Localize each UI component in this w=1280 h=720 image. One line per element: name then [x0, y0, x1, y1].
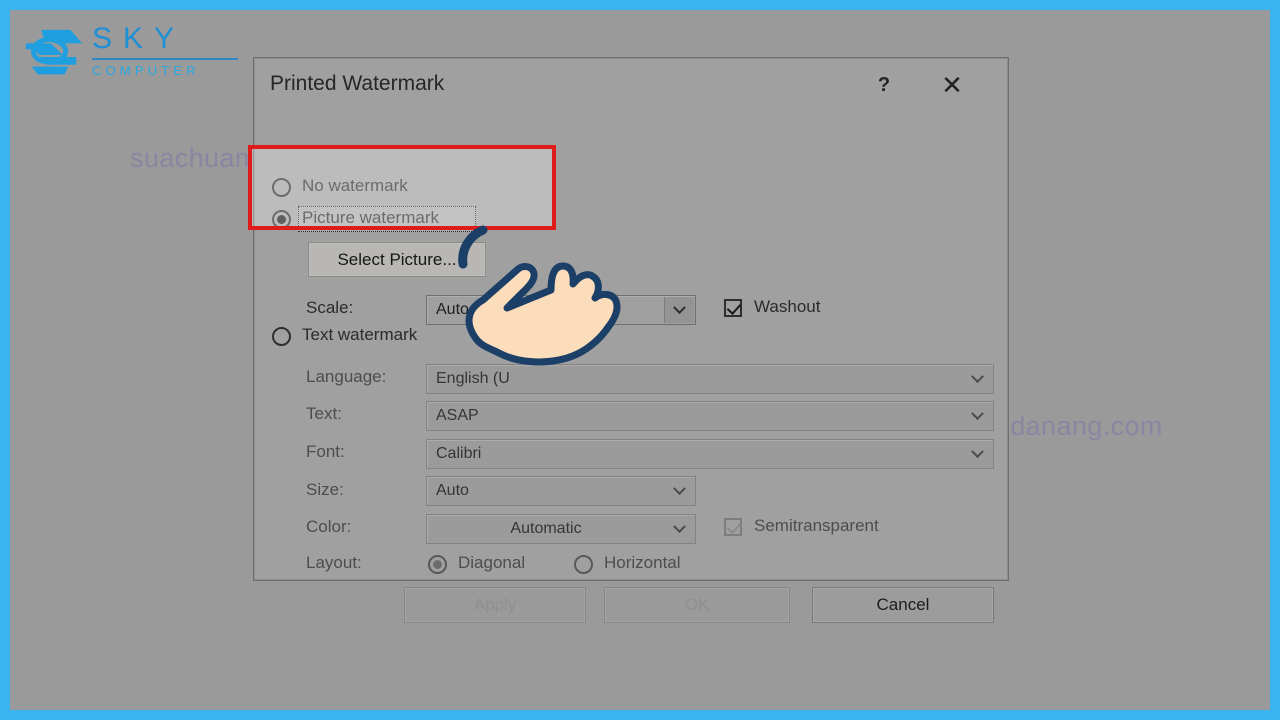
screen-root: SKY COMPUTER suachuamaytinhdanang.com su…	[0, 0, 1280, 720]
label-size: Size:	[306, 480, 344, 499]
label-layout: Layout:	[306, 553, 362, 572]
semitransparent-checkbox[interactable]	[724, 518, 742, 536]
help-icon[interactable]: ?	[864, 68, 904, 102]
annotation-highlight-box	[248, 145, 556, 230]
sky-hexagon-s-icon	[25, 29, 83, 75]
select-picture-button[interactable]: Select Picture...	[308, 242, 486, 277]
label-text: Text:	[306, 404, 342, 423]
label-text-watermark[interactable]: Text watermark	[302, 325, 417, 345]
label-color: Color:	[306, 517, 352, 536]
scale-value: Auto	[436, 301, 469, 318]
label-semitransparent[interactable]: Semitransparent	[754, 516, 879, 536]
label-layout-diagonal[interactable]: Diagonal	[458, 553, 525, 573]
chevron-down-icon[interactable]	[664, 516, 694, 542]
chevron-down-icon[interactable]	[962, 441, 992, 467]
close-icon[interactable]: ✕	[932, 68, 972, 102]
language-value: English (U	[436, 370, 510, 387]
chevron-down-icon[interactable]	[962, 403, 992, 429]
printed-watermark-dialog: Printed Watermark ? ✕ No watermark Pictu…	[253, 57, 1009, 623]
scale-combobox[interactable]: Auto	[426, 295, 696, 325]
ok-button[interactable]: OK	[604, 587, 790, 623]
label-font: Font:	[306, 442, 345, 461]
font-value: Calibri	[436, 445, 482, 462]
cancel-button[interactable]: Cancel	[812, 587, 994, 623]
text-value: ASAP	[436, 407, 479, 424]
text-combobox[interactable]: ASAP	[426, 401, 994, 431]
color-combobox[interactable]: Automatic	[426, 514, 696, 544]
chevron-down-icon[interactable]	[664, 478, 694, 504]
radio-layout-diagonal[interactable]	[428, 555, 447, 574]
font-combobox[interactable]: Calibri	[426, 439, 994, 469]
logo-computer-text: COMPUTER	[92, 63, 200, 78]
dialog-titlebar: Printed Watermark ? ✕	[254, 58, 1008, 112]
logo-divider	[92, 58, 238, 60]
sky-computer-logo: SKY COMPUTER	[18, 18, 238, 96]
apply-button[interactable]: Apply	[404, 587, 586, 623]
logo-wordmark: SKY COMPUTER	[92, 22, 242, 78]
logo-sky-text: SKY	[92, 22, 186, 55]
size-combobox[interactable]: Auto	[426, 476, 696, 506]
size-value: Auto	[436, 482, 469, 499]
chevron-down-icon[interactable]	[962, 366, 992, 392]
language-combobox[interactable]: English (U	[426, 364, 994, 394]
radio-text-watermark[interactable]	[272, 327, 291, 346]
radio-layout-horizontal[interactable]	[574, 555, 593, 574]
chevron-down-icon[interactable]	[664, 297, 694, 323]
label-scale: Scale:	[306, 298, 354, 317]
label-layout-horizontal[interactable]: Horizontal	[604, 553, 681, 573]
label-washout[interactable]: Washout	[754, 297, 820, 317]
dialog-title: Printed Watermark	[270, 72, 445, 95]
color-value: Automatic	[510, 520, 582, 537]
label-language: Language:	[306, 367, 387, 386]
washout-checkbox[interactable]	[724, 299, 742, 317]
